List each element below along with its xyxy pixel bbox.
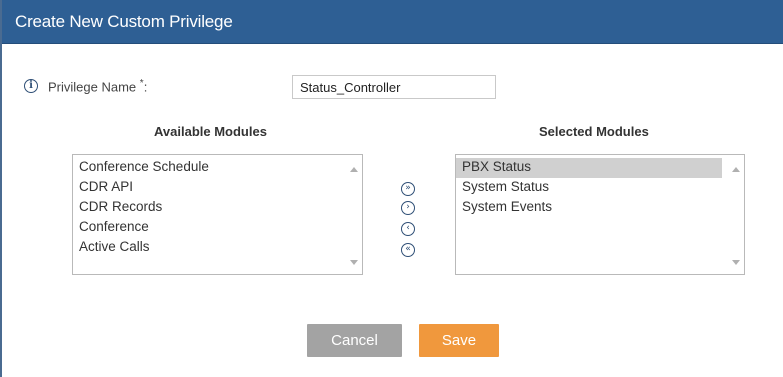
available-module-item[interactable]: Conference Schedule xyxy=(73,158,362,178)
move-all-right-icon[interactable]: » xyxy=(401,182,415,196)
available-module-item[interactable]: Conference xyxy=(73,218,362,238)
selected-modules-list[interactable]: PBX Status System Status System Events xyxy=(455,154,745,275)
selected-module-item[interactable]: System Events xyxy=(456,198,722,218)
selected-module-item[interactable]: PBX Status xyxy=(456,158,722,178)
dialog-title-bar: Create New Custom Privilege xyxy=(2,0,783,44)
scroll-down-arrow-icon[interactable] xyxy=(350,260,358,265)
available-module-item[interactable]: CDR Records xyxy=(73,198,362,218)
scroll-down-arrow-icon[interactable] xyxy=(732,260,740,265)
privilege-name-label: Privilege Name *: xyxy=(48,78,147,94)
privilege-name-label-text: Privilege Name xyxy=(48,79,137,95)
move-all-left-icon[interactable]: « xyxy=(401,243,415,257)
save-button[interactable]: Save xyxy=(419,324,499,357)
create-privilege-dialog: Create New Custom Privilege i Privilege … xyxy=(0,0,783,377)
scroll-up-arrow-icon[interactable] xyxy=(732,167,740,172)
selected-modules-heading: Selected Modules xyxy=(539,124,649,139)
selected-module-item[interactable]: System Status xyxy=(456,178,722,198)
cancel-button[interactable]: Cancel xyxy=(307,324,402,357)
available-modules-list[interactable]: Conference Schedule CDR API CDR Records … xyxy=(72,154,363,275)
available-modules-heading: Available Modules xyxy=(154,124,267,139)
privilege-name-input[interactable] xyxy=(292,75,496,99)
info-icon[interactable]: i xyxy=(24,79,38,93)
dialog-title: Create New Custom Privilege xyxy=(15,12,233,31)
available-list-scrollbar[interactable] xyxy=(345,155,362,274)
label-colon: : xyxy=(143,79,148,95)
move-right-icon[interactable]: › xyxy=(401,201,415,215)
move-left-icon[interactable]: ‹ xyxy=(401,222,415,236)
available-module-item[interactable]: CDR API xyxy=(73,178,362,198)
available-module-item[interactable]: Active Calls xyxy=(73,238,362,258)
scroll-up-arrow-icon[interactable] xyxy=(350,167,358,172)
selected-list-scrollbar[interactable] xyxy=(727,155,744,274)
